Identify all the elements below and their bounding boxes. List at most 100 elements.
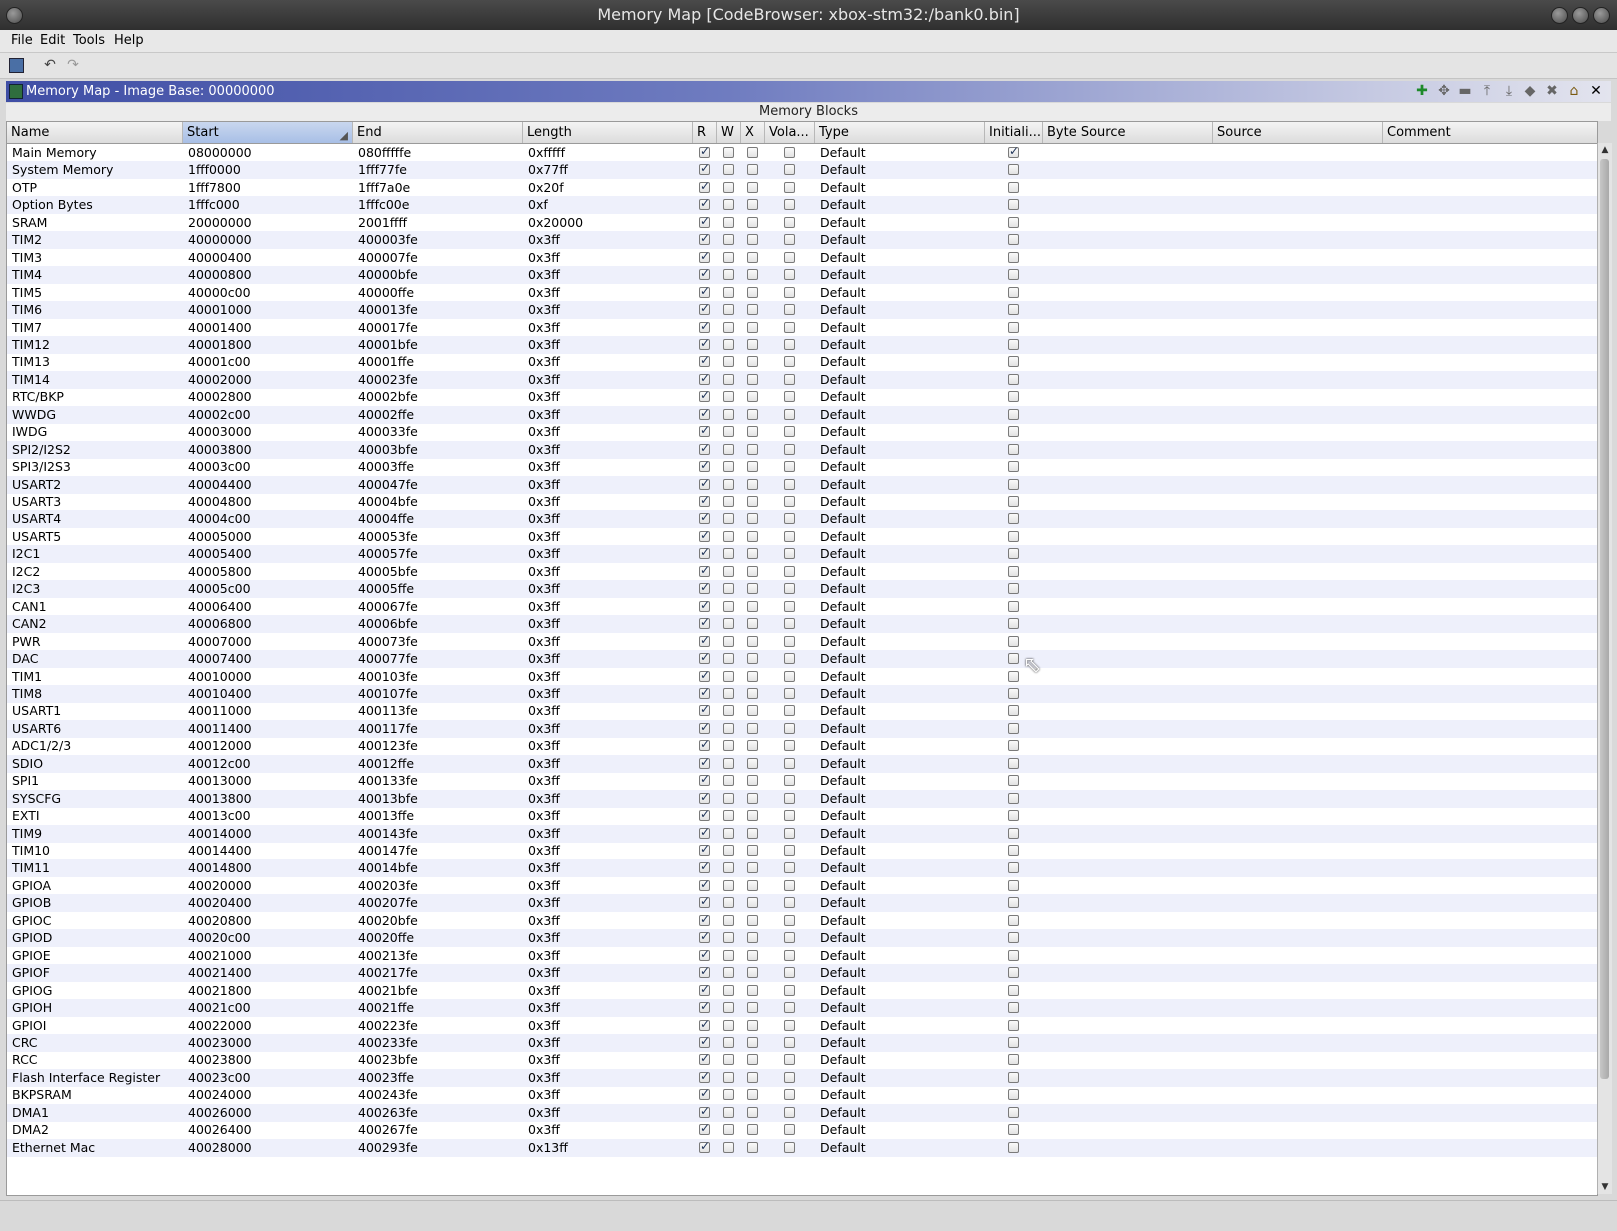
execute-checkbox[interactable]	[747, 687, 758, 699]
menu-tools[interactable]: Tools	[73, 33, 105, 48]
initialized-checkbox[interactable]	[1008, 443, 1019, 455]
execute-checkbox[interactable]	[747, 792, 758, 804]
volatile-checkbox[interactable]	[784, 845, 795, 856]
initialized-checkbox[interactable]	[1008, 234, 1019, 246]
read-checkbox[interactable]	[699, 510, 710, 525]
write-checkbox[interactable]	[723, 757, 734, 769]
read-checkbox[interactable]	[699, 1104, 710, 1118]
write-checkbox[interactable]	[723, 548, 734, 560]
table-row[interactable]: GPIOE 40021000 400213fe 0x3ff Default	[7, 947, 1597, 965]
table-row[interactable]: TIM2 40000000 400003fe 0x3ff Default	[7, 231, 1597, 250]
write-checkbox[interactable]	[723, 251, 734, 263]
initialized-checkbox[interactable]	[1008, 144, 1019, 158]
read-checkbox[interactable]	[699, 196, 710, 211]
table-row[interactable]: GPIOC 40020800 40020bfe 0x3ff Default	[7, 912, 1597, 930]
write-checkbox[interactable]	[723, 1141, 734, 1153]
volatile-checkbox[interactable]	[784, 949, 795, 961]
volatile-checkbox[interactable]	[784, 670, 795, 682]
window-menu-button[interactable]	[6, 7, 23, 24]
write-checkbox[interactable]	[723, 1019, 734, 1031]
volatile-checkbox[interactable]	[784, 373, 795, 385]
initialized-checkbox[interactable]	[1008, 775, 1019, 787]
execute-checkbox[interactable]	[747, 1019, 758, 1031]
initialized-checkbox[interactable]	[1008, 216, 1019, 228]
write-checkbox[interactable]	[723, 845, 734, 856]
read-checkbox[interactable]	[699, 580, 710, 595]
initialized-checkbox[interactable]	[1008, 304, 1019, 316]
initialized-checkbox[interactable]	[1008, 618, 1019, 630]
table-row[interactable]: USART1 40011000 400113fe 0x3ff Default	[7, 702, 1597, 720]
table-row[interactable]: USART4 40004c00 40004ffe 0x3ff Default	[7, 510, 1597, 529]
table-row[interactable]: BKPSRAM 40024000 400243fe 0x3ff Default	[7, 1086, 1597, 1104]
volatile-checkbox[interactable]	[784, 897, 795, 909]
table-row[interactable]: GPIOF 40021400 400217fe 0x3ff Default	[7, 964, 1597, 983]
execute-checkbox[interactable]	[747, 443, 758, 455]
read-checkbox[interactable]	[699, 1086, 710, 1101]
volatile-checkbox[interactable]	[784, 775, 795, 787]
volatile-checkbox[interactable]	[784, 426, 795, 438]
initialized-checkbox[interactable]	[1008, 530, 1019, 542]
read-checkbox[interactable]	[699, 336, 710, 350]
execute-checkbox[interactable]	[747, 845, 758, 856]
execute-checkbox[interactable]	[747, 1141, 758, 1153]
execute-checkbox[interactable]	[747, 635, 758, 647]
execute-checkbox[interactable]	[747, 897, 758, 909]
execute-checkbox[interactable]	[747, 810, 758, 822]
execute-checkbox[interactable]	[747, 949, 758, 961]
initialized-checkbox[interactable]	[1008, 653, 1019, 665]
read-checkbox[interactable]	[699, 388, 710, 403]
write-checkbox[interactable]	[723, 356, 734, 368]
initialized-checkbox[interactable]	[1008, 740, 1019, 752]
table-row[interactable]: TIM9 40014000 400143fe 0x3ff Default	[7, 824, 1597, 843]
write-checkbox[interactable]	[723, 879, 734, 891]
initialized-checkbox[interactable]	[1008, 879, 1019, 891]
execute-checkbox[interactable]	[747, 164, 758, 176]
execute-checkbox[interactable]	[747, 670, 758, 682]
read-checkbox[interactable]	[699, 842, 710, 856]
read-checkbox[interactable]	[699, 1139, 710, 1153]
initialized-checkbox[interactable]	[1008, 914, 1019, 926]
volatile-checkbox[interactable]	[784, 1071, 795, 1083]
write-checkbox[interactable]	[723, 670, 734, 682]
write-checkbox[interactable]	[723, 827, 734, 839]
col-source[interactable]: Source	[1213, 122, 1383, 143]
add-block-icon[interactable]: ✚	[1414, 83, 1430, 99]
read-checkbox[interactable]	[699, 231, 710, 246]
table-row[interactable]: SDIO 40012c00 40012ffe 0x3ff Default	[7, 754, 1597, 773]
read-checkbox[interactable]	[699, 545, 710, 560]
execute-checkbox[interactable]	[747, 269, 758, 281]
col-start[interactable]: Start ◢	[183, 122, 353, 143]
read-checkbox[interactable]	[699, 912, 710, 926]
volatile-checkbox[interactable]	[784, 269, 795, 281]
read-checkbox[interactable]	[699, 947, 710, 961]
close-icon[interactable]: ✕	[1588, 83, 1604, 99]
write-checkbox[interactable]	[723, 286, 734, 298]
execute-checkbox[interactable]	[747, 1124, 758, 1136]
read-checkbox[interactable]	[699, 598, 710, 612]
read-checkbox[interactable]	[699, 1051, 710, 1066]
write-checkbox[interactable]	[723, 1071, 734, 1083]
execute-checkbox[interactable]	[747, 583, 758, 595]
col-comment[interactable]: Comment	[1383, 122, 1597, 143]
table-row[interactable]: I2C3 40005c00 40005ffe 0x3ff Default	[7, 580, 1597, 599]
execute-checkbox[interactable]	[747, 775, 758, 787]
volatile-checkbox[interactable]	[784, 408, 795, 420]
read-checkbox[interactable]	[699, 161, 710, 176]
volatile-checkbox[interactable]	[784, 234, 795, 246]
volatile-checkbox[interactable]	[784, 757, 795, 769]
initialized-checkbox[interactable]	[1008, 792, 1019, 804]
read-checkbox[interactable]	[699, 371, 710, 385]
execute-checkbox[interactable]	[747, 1002, 758, 1014]
write-checkbox[interactable]	[723, 618, 734, 630]
col-end[interactable]: End	[353, 122, 523, 143]
table-row[interactable]: DMA1 40026000 400263fe 0x3ff Default	[7, 1103, 1597, 1122]
execute-checkbox[interactable]	[747, 1036, 758, 1048]
menu-help[interactable]: Help	[114, 33, 144, 48]
write-checkbox[interactable]	[723, 199, 734, 211]
write-checkbox[interactable]	[723, 496, 734, 507]
initialized-checkbox[interactable]	[1008, 199, 1019, 211]
merge-blocks-icon[interactable]: ◆	[1522, 83, 1538, 99]
table-row[interactable]: TIM14 40002000 400023fe 0x3ff Default	[7, 370, 1597, 389]
read-checkbox[interactable]	[699, 1069, 710, 1083]
read-checkbox[interactable]	[699, 790, 710, 804]
